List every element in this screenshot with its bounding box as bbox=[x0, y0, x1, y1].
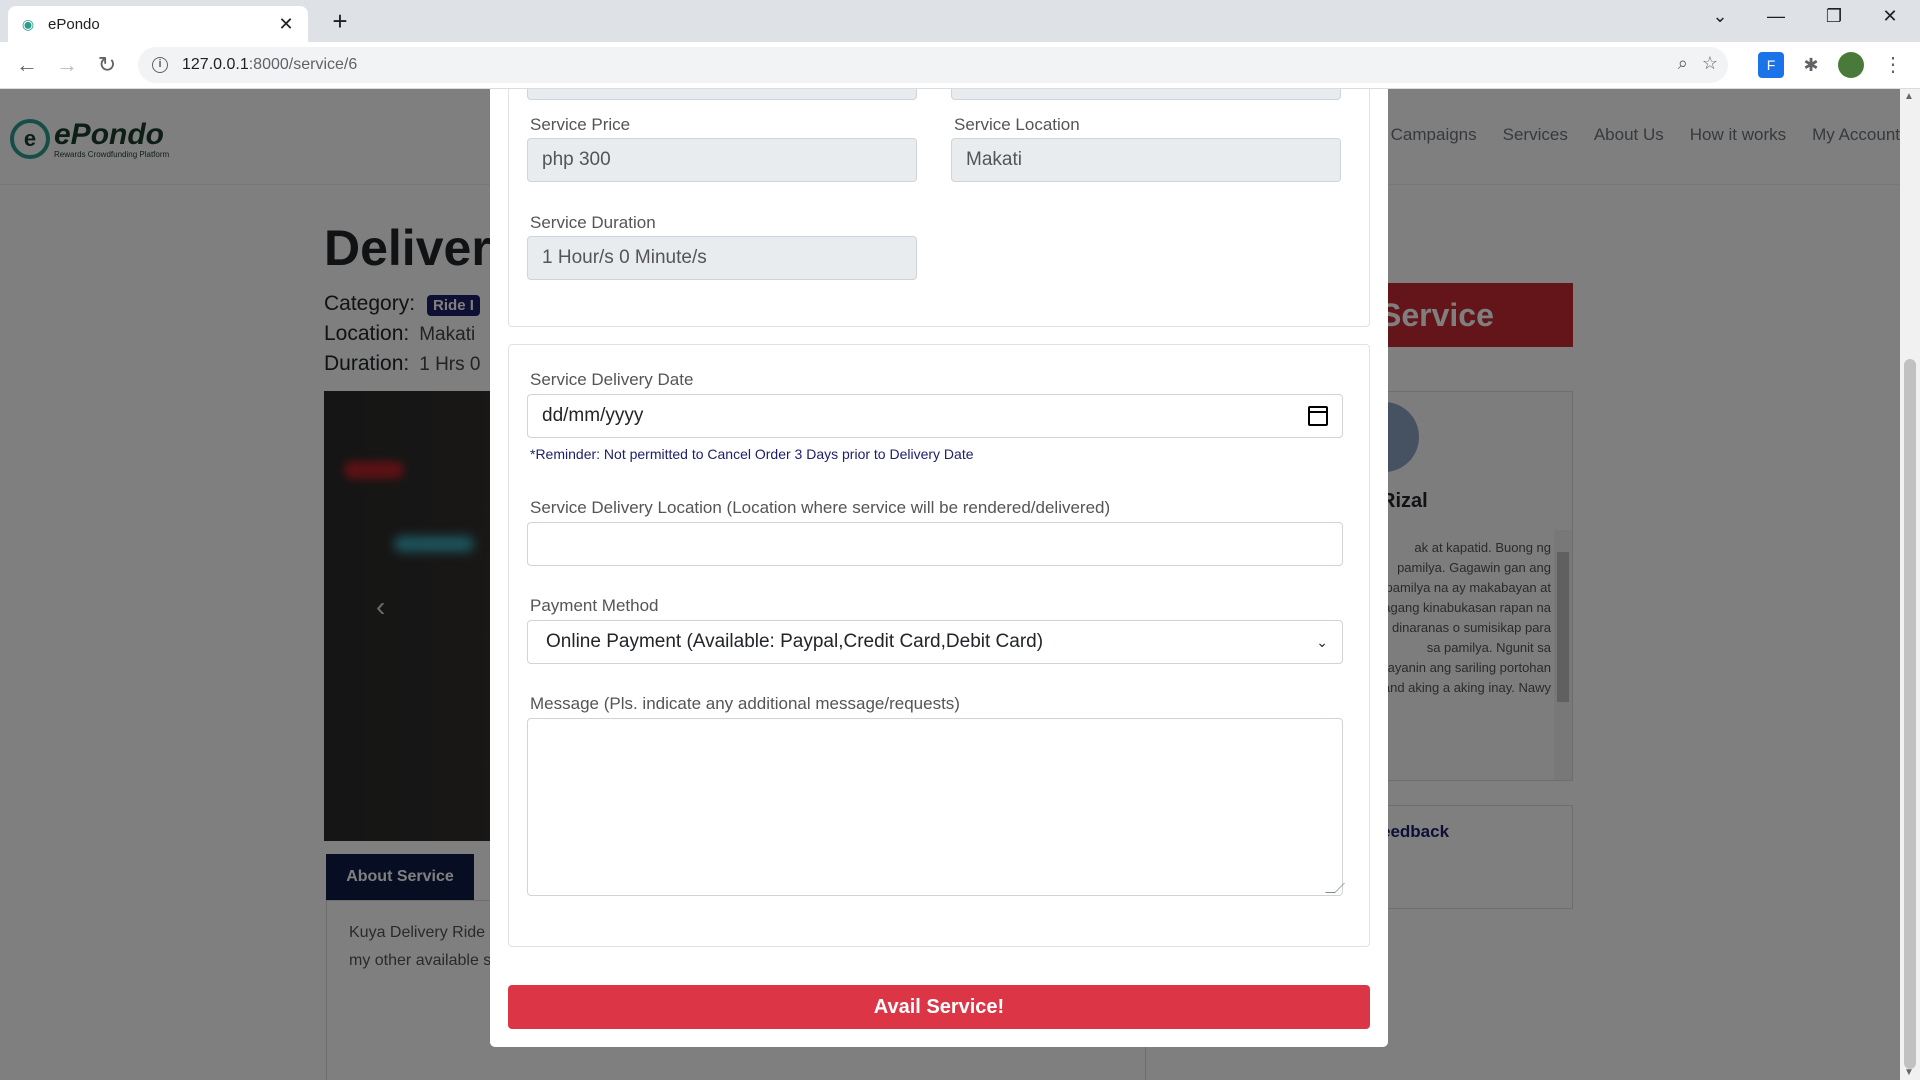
favicon-icon: ◉ bbox=[21, 16, 35, 32]
tab-title: ePondo bbox=[48, 15, 100, 33]
url-text: 127.0.0.1:8000/service/6 bbox=[182, 56, 357, 74]
menu-kebab-icon[interactable]: ⋮ bbox=[1880, 52, 1906, 78]
service-duration-label: Service Duration bbox=[530, 213, 656, 232]
service-location-label: Service Location bbox=[954, 115, 1080, 134]
calendar-icon[interactable] bbox=[1308, 406, 1328, 426]
url-path: :8000/service/6 bbox=[248, 56, 358, 73]
forward-icon[interactable]: → bbox=[53, 52, 81, 78]
page-viewport: e ePondo Rewards Crowdfunding Platform C… bbox=[0, 89, 1900, 1080]
service-duration-field: 1 Hour/s 0 Minute/s bbox=[527, 236, 917, 280]
order-form-card: Service Delivery Date dd/mm/yyyy *Remind… bbox=[508, 344, 1370, 947]
back-icon[interactable]: ← bbox=[13, 52, 41, 78]
delivery-location-label: Service Delivery Location (Location wher… bbox=[530, 498, 1111, 517]
page-scrollbar[interactable]: ▲ ▼ bbox=[1900, 89, 1920, 1080]
omnibox-actions: ⌕ ☆ bbox=[1678, 53, 1718, 74]
extension-f-icon[interactable]: F bbox=[1758, 52, 1784, 78]
delivery-date-placeholder: dd/mm/yyyy bbox=[542, 405, 644, 426]
extensions-puzzle-icon[interactable]: ✱ bbox=[1798, 52, 1824, 78]
zoom-icon[interactable]: ⌕ bbox=[1678, 53, 1688, 74]
service-price-label: Service Price bbox=[530, 115, 631, 134]
resize-handle-icon[interactable] bbox=[1325, 883, 1345, 893]
service-details-card: Service Price php 300 Service Location M… bbox=[508, 89, 1370, 327]
message-textarea[interactable] bbox=[527, 718, 1345, 896]
minimize-icon[interactable]: — bbox=[1762, 6, 1790, 27]
browser-tab[interactable]: ◉ ePondo ✕ bbox=[8, 6, 308, 42]
delivery-date-input[interactable]: dd/mm/yyyy bbox=[527, 394, 1343, 438]
payment-method-select[interactable]: Online Payment (Available: Paypal,Credit… bbox=[527, 620, 1343, 664]
chevron-down-icon: ⌄ bbox=[1316, 634, 1328, 650]
service-price-field: php 300 bbox=[527, 138, 917, 182]
payment-method-value: Online Payment (Available: Paypal,Credit… bbox=[546, 631, 1044, 652]
browser-tabbar: ◉ ePondo ✕ + ⌄ — ❐ ✕ bbox=[0, 0, 1920, 42]
close-window-icon[interactable]: ✕ bbox=[1876, 6, 1904, 27]
reload-icon[interactable]: ↻ bbox=[93, 52, 121, 78]
bookmark-star-icon[interactable]: ☆ bbox=[1702, 53, 1718, 74]
new-tab-icon[interactable]: + bbox=[326, 8, 354, 34]
page-scroll-thumb[interactable] bbox=[1904, 359, 1916, 1069]
profile-avatar-icon[interactable] bbox=[1838, 52, 1864, 78]
browser-toolbar: ← → ↻ i 127.0.0.1:8000/service/6 ⌕ ☆ bbox=[0, 42, 1920, 89]
address-bar[interactable]: i 127.0.0.1:8000/service/6 ⌕ ☆ bbox=[138, 47, 1728, 83]
close-tab-icon[interactable]: ✕ bbox=[276, 14, 296, 35]
cancel-reminder: *Reminder: Not permitted to Cancel Order… bbox=[530, 446, 974, 462]
partial-readonly-field bbox=[951, 89, 1341, 100]
service-location-field: Makati bbox=[951, 138, 1341, 182]
scroll-down-icon[interactable]: ▼ bbox=[1904, 1067, 1914, 1078]
restore-icon[interactable]: ❐ bbox=[1820, 6, 1848, 27]
payment-method-label: Payment Method bbox=[530, 596, 659, 615]
partial-readonly-field bbox=[527, 89, 917, 100]
avail-service-modal: Service Price php 300 Service Location M… bbox=[490, 89, 1388, 1047]
scroll-up-icon[interactable]: ▲ bbox=[1904, 91, 1914, 102]
message-label: Message (Pls. indicate any additional me… bbox=[530, 694, 960, 713]
url-host: 127.0.0.1 bbox=[182, 56, 249, 73]
delivery-date-label: Service Delivery Date bbox=[530, 370, 694, 389]
avail-service-button[interactable]: Avail Service! bbox=[508, 985, 1370, 1029]
site-info-icon[interactable]: i bbox=[152, 57, 168, 73]
delivery-location-input[interactable] bbox=[527, 522, 1343, 566]
extension-f-label: F bbox=[1766, 57, 1776, 73]
tab-search-icon[interactable]: ⌄ bbox=[1706, 6, 1734, 27]
